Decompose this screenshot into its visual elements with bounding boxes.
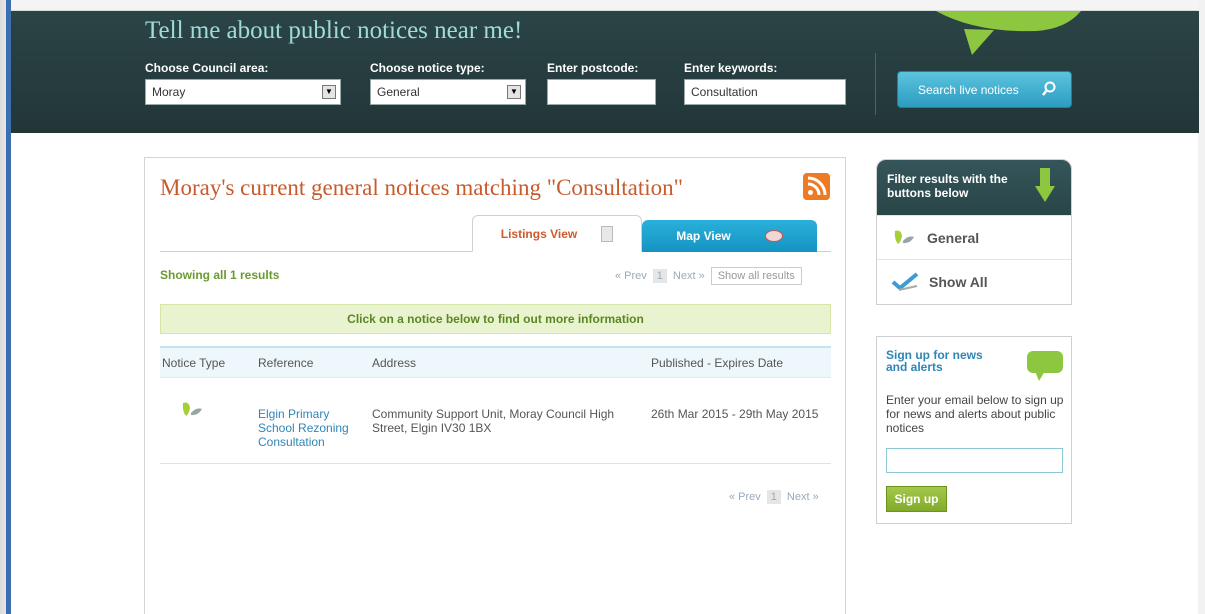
postcode-input[interactable]	[547, 79, 656, 105]
filter-general-label: General	[927, 229, 980, 246]
postcode-label: Enter postcode:	[547, 61, 639, 75]
filter-header: Filter results with the buttons below	[877, 160, 1071, 215]
filter-panel: Filter results with the buttons below Ge…	[876, 159, 1072, 305]
listings-panel: Moray's current general notices matching…	[144, 157, 846, 614]
page-title: Moray's current general notices matching…	[160, 175, 684, 200]
tab-listings-label: Listings View	[500, 226, 578, 241]
window-right-edge	[1198, 0, 1205, 614]
pagination-bottom: « Prev 1 Next »	[729, 490, 819, 504]
checkmark-icon	[891, 271, 919, 291]
email-field[interactable]	[886, 448, 1063, 473]
table-row[interactable]: Elgin Primary School Rezoning Consultati…	[160, 378, 831, 464]
next-link[interactable]: Next »	[787, 491, 819, 503]
table-header: Notice Type Reference Address Published …	[160, 346, 831, 378]
window-left-edge	[0, 0, 11, 614]
tab-listings-view[interactable]: Listings View	[472, 215, 642, 252]
general-notice-icon	[894, 230, 914, 244]
council-select[interactable]: Moray ▼	[145, 79, 341, 105]
column-reference: Reference	[258, 356, 314, 370]
search-icon	[1042, 81, 1056, 96]
next-link[interactable]: Next »	[673, 270, 705, 282]
search-header: Tell me about public notices near me! Ch…	[11, 11, 1199, 133]
notice-dates: 26th Mar 2015 - 29th May 2015	[651, 407, 819, 421]
keywords-input[interactable]: Consultation	[684, 79, 846, 105]
browser-top-strip	[0, 0, 1205, 11]
column-published-expires: Published - Expires Date	[651, 356, 784, 370]
council-label: Choose Council area:	[145, 61, 269, 75]
document-icon	[601, 225, 614, 242]
show-all-results-button[interactable]: Show all results	[710, 267, 802, 285]
filter-show-all-label: Show All	[929, 273, 988, 290]
arrow-down-icon	[1035, 168, 1055, 202]
general-notice-icon	[182, 402, 202, 416]
council-select-value: Moray	[152, 85, 186, 99]
header-divider	[875, 53, 876, 115]
notice-type-select-value: General	[377, 85, 420, 99]
signup-title: Sign up for news and alerts	[886, 348, 983, 374]
notice-address: Community Support Unit, Moray Council Hi…	[372, 407, 615, 435]
results-count: Showing all 1 results	[160, 268, 280, 282]
speech-bubble-icon	[936, 11, 1081, 55]
notice-reference-link[interactable]: Elgin Primary School Rezoning Consultati…	[258, 407, 358, 449]
notice-type-select[interactable]: General ▼	[370, 79, 526, 105]
prev-link[interactable]: « Prev	[615, 270, 647, 282]
speech-bubble-icon	[1027, 351, 1063, 381]
tab-map-label: Map View	[676, 229, 731, 243]
map-icon	[764, 230, 783, 242]
notice-type-label: Choose notice type:	[370, 61, 485, 75]
keywords-label: Enter keywords:	[684, 61, 778, 75]
chevron-down-icon[interactable]: ▼	[507, 85, 521, 99]
prev-link[interactable]: « Prev	[729, 491, 761, 503]
filter-show-all-button[interactable]: Show All	[877, 259, 1071, 303]
signup-description: Enter your email below to sign up for ne…	[886, 393, 1064, 435]
tab-map-view[interactable]: Map View	[642, 220, 817, 252]
pagination-top: « Prev 1 Next » Show all results	[615, 267, 802, 285]
column-address: Address	[372, 356, 417, 370]
header-title: Tell me about public notices near me!	[145, 17, 523, 44]
search-button-label: Search live notices	[918, 82, 1019, 97]
column-notice-type: Notice Type	[162, 356, 226, 370]
filter-title: Filter results with the buttons below	[887, 172, 1008, 200]
page-number[interactable]: 1	[652, 269, 667, 283]
search-live-notices-button[interactable]: Search live notices	[897, 71, 1072, 108]
rss-feed-icon[interactable]	[803, 173, 830, 200]
page-number[interactable]: 1	[766, 490, 781, 504]
sign-up-button[interactable]: Sign up	[886, 486, 947, 512]
newsletter-signup-panel: Sign up for news and alerts Enter your e…	[876, 336, 1072, 524]
chevron-down-icon[interactable]: ▼	[322, 85, 336, 99]
instruction-banner: Click on a notice below to find out more…	[160, 304, 831, 334]
filter-general-button[interactable]: General	[877, 215, 1071, 259]
